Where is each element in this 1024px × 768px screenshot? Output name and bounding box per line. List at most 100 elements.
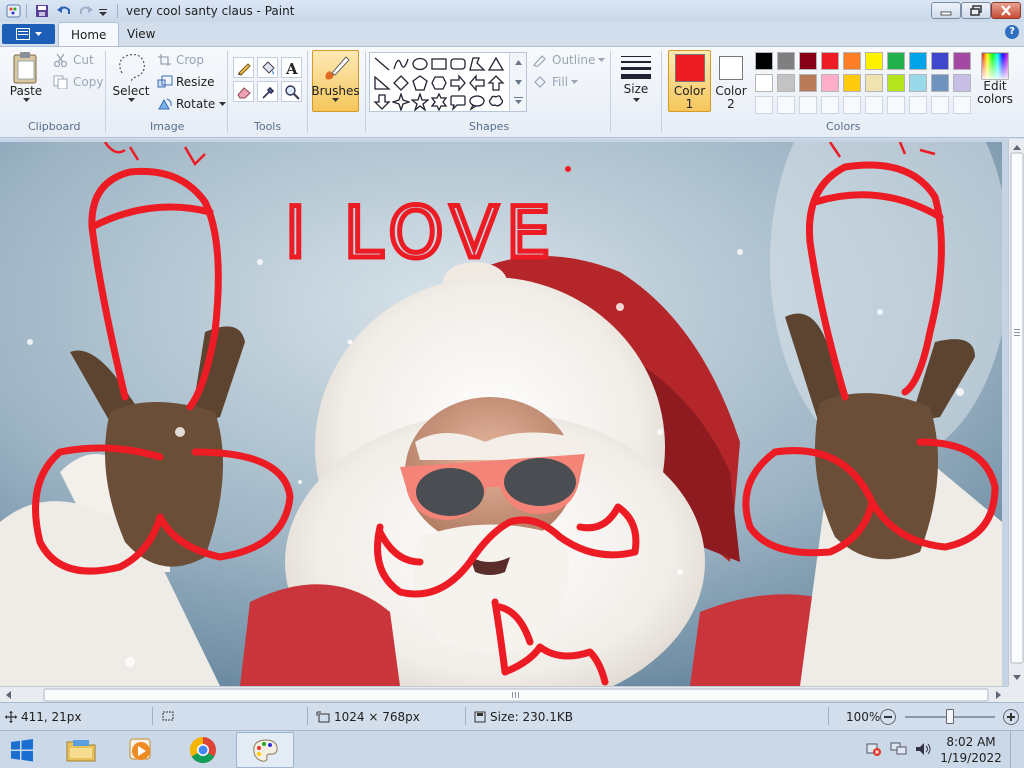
palette-swatch[interactable] <box>755 52 773 70</box>
tab-home[interactable]: Home <box>58 22 120 47</box>
palette-empty-slot[interactable] <box>755 96 773 114</box>
four-point-star-shape-icon[interactable] <box>392 93 410 111</box>
palette-swatch[interactable] <box>755 74 773 92</box>
help-icon[interactable]: ? <box>1005 25 1019 39</box>
show-desktop-button[interactable] <box>1010 731 1024 768</box>
up-arrow-shape-icon[interactable] <box>487 74 505 92</box>
taskbar-file-explorer[interactable] <box>52 732 110 768</box>
palette-empty-slot[interactable] <box>821 96 839 114</box>
brushes-button[interactable]: Brushes <box>311 50 360 112</box>
color-picker-tool[interactable] <box>257 81 278 102</box>
cut-button[interactable]: Cut <box>53 53 94 67</box>
minimize-button[interactable] <box>931 2 961 19</box>
six-point-star-shape-icon[interactable] <box>430 93 448 111</box>
palette-swatch[interactable] <box>865 74 883 92</box>
network-warning-icon[interactable] <box>866 741 882 760</box>
file-menu-button[interactable] <box>2 24 55 44</box>
rectangle-shape-icon[interactable] <box>430 55 448 73</box>
palette-swatch[interactable] <box>887 52 905 70</box>
taskbar-paint[interactable] <box>236 732 294 768</box>
redo-icon[interactable] <box>78 3 94 19</box>
edit-colors-button[interactable]: Edit colors <box>975 52 1015 106</box>
palette-empty-slot[interactable] <box>799 96 817 114</box>
zoom-in-button[interactable] <box>1003 709 1019 725</box>
taskbar-chrome[interactable] <box>174 732 232 768</box>
color2-button[interactable]: Color 2 <box>713 50 749 112</box>
five-point-star-shape-icon[interactable] <box>411 93 429 111</box>
outline-button[interactable]: Outline <box>532 53 606 67</box>
oval-callout-shape-icon[interactable] <box>468 93 486 111</box>
volume-icon[interactable] <box>914 741 932 760</box>
palette-swatch[interactable] <box>953 52 971 70</box>
palette-empty-slot[interactable] <box>777 96 795 114</box>
zoom-slider-thumb[interactable] <box>946 709 954 724</box>
palette-empty-slot[interactable] <box>843 96 861 114</box>
vertical-scrollbar[interactable] <box>1008 139 1024 686</box>
palette-empty-slot[interactable] <box>865 96 883 114</box>
magnifier-tool[interactable] <box>281 81 302 102</box>
undo-icon[interactable] <box>56 3 72 19</box>
curve-shape-icon[interactable] <box>392 55 410 73</box>
palette-swatch[interactable] <box>909 74 927 92</box>
size-button[interactable]: Size <box>617 53 655 103</box>
palette-empty-slot[interactable] <box>953 96 971 114</box>
tab-view[interactable]: View <box>115 22 167 46</box>
palette-swatch[interactable] <box>777 52 795 70</box>
network-icon[interactable] <box>890 741 908 760</box>
color1-button[interactable]: Color 1 <box>668 50 711 112</box>
paste-button[interactable]: Paste <box>6 51 46 103</box>
pentagon-shape-icon[interactable] <box>411 74 429 92</box>
palette-swatch[interactable] <box>777 74 795 92</box>
fill-button[interactable]: Fill <box>532 75 579 89</box>
palette-swatch[interactable] <box>931 52 949 70</box>
line-shape-icon[interactable] <box>373 55 391 73</box>
palette-swatch[interactable] <box>887 74 905 92</box>
right-triangle-shape-icon[interactable] <box>373 74 391 92</box>
palette-empty-slot[interactable] <box>931 96 949 114</box>
palette-swatch[interactable] <box>799 74 817 92</box>
save-icon[interactable] <box>34 3 50 19</box>
drawing-canvas[interactable]: I LOVE <box>0 142 1002 686</box>
palette-swatch[interactable] <box>821 74 839 92</box>
start-button[interactable] <box>0 732 44 768</box>
hexagon-shape-icon[interactable] <box>430 74 448 92</box>
zoom-out-button[interactable] <box>880 709 896 725</box>
taskbar-media-player[interactable] <box>112 732 170 768</box>
resize-button[interactable]: Resize <box>157 75 214 89</box>
palette-empty-slot[interactable] <box>909 96 927 114</box>
crop-button[interactable]: Crop <box>157 53 204 67</box>
customize-quick-access-icon[interactable] <box>98 3 108 19</box>
text-tool[interactable]: A <box>281 57 302 78</box>
palette-swatch[interactable] <box>799 52 817 70</box>
palette-swatch[interactable] <box>931 74 949 92</box>
diamond-shape-icon[interactable] <box>392 74 410 92</box>
palette-swatch[interactable] <box>843 74 861 92</box>
left-arrow-shape-icon[interactable] <box>468 74 486 92</box>
palette-swatch[interactable] <box>953 74 971 92</box>
oval-shape-icon[interactable] <box>411 55 429 73</box>
right-arrow-shape-icon[interactable] <box>449 74 467 92</box>
palette-swatch[interactable] <box>865 52 883 70</box>
rounded-callout-shape-icon[interactable] <box>449 93 467 111</box>
maximize-button[interactable] <box>961 2 991 19</box>
horizontal-scrollbar[interactable] <box>0 686 1008 702</box>
triangle-shape-icon[interactable] <box>487 55 505 73</box>
eraser-tool[interactable] <box>233 81 254 102</box>
rotate-button[interactable]: Rotate <box>157 97 227 111</box>
pencil-tool[interactable] <box>233 57 254 78</box>
palette-swatch[interactable] <box>909 52 927 70</box>
fill-tool[interactable] <box>257 57 278 78</box>
rounded-rectangle-shape-icon[interactable] <box>449 55 467 73</box>
cloud-callout-shape-icon[interactable] <box>487 93 505 111</box>
system-clock[interactable]: 8:02 AM 1/19/2022 <box>940 734 1002 766</box>
select-button[interactable]: Select <box>112 51 150 103</box>
palette-empty-slot[interactable] <box>887 96 905 114</box>
copy-button[interactable]: Copy <box>53 75 103 89</box>
paint-app-icon[interactable] <box>6 3 22 19</box>
shapes-scrollbar[interactable] <box>509 53 526 111</box>
down-arrow-shape-icon[interactable] <box>373 93 391 111</box>
palette-swatch[interactable] <box>843 52 861 70</box>
palette-swatch[interactable] <box>821 52 839 70</box>
close-button[interactable] <box>991 2 1021 19</box>
polygon-shape-icon[interactable] <box>468 55 486 73</box>
